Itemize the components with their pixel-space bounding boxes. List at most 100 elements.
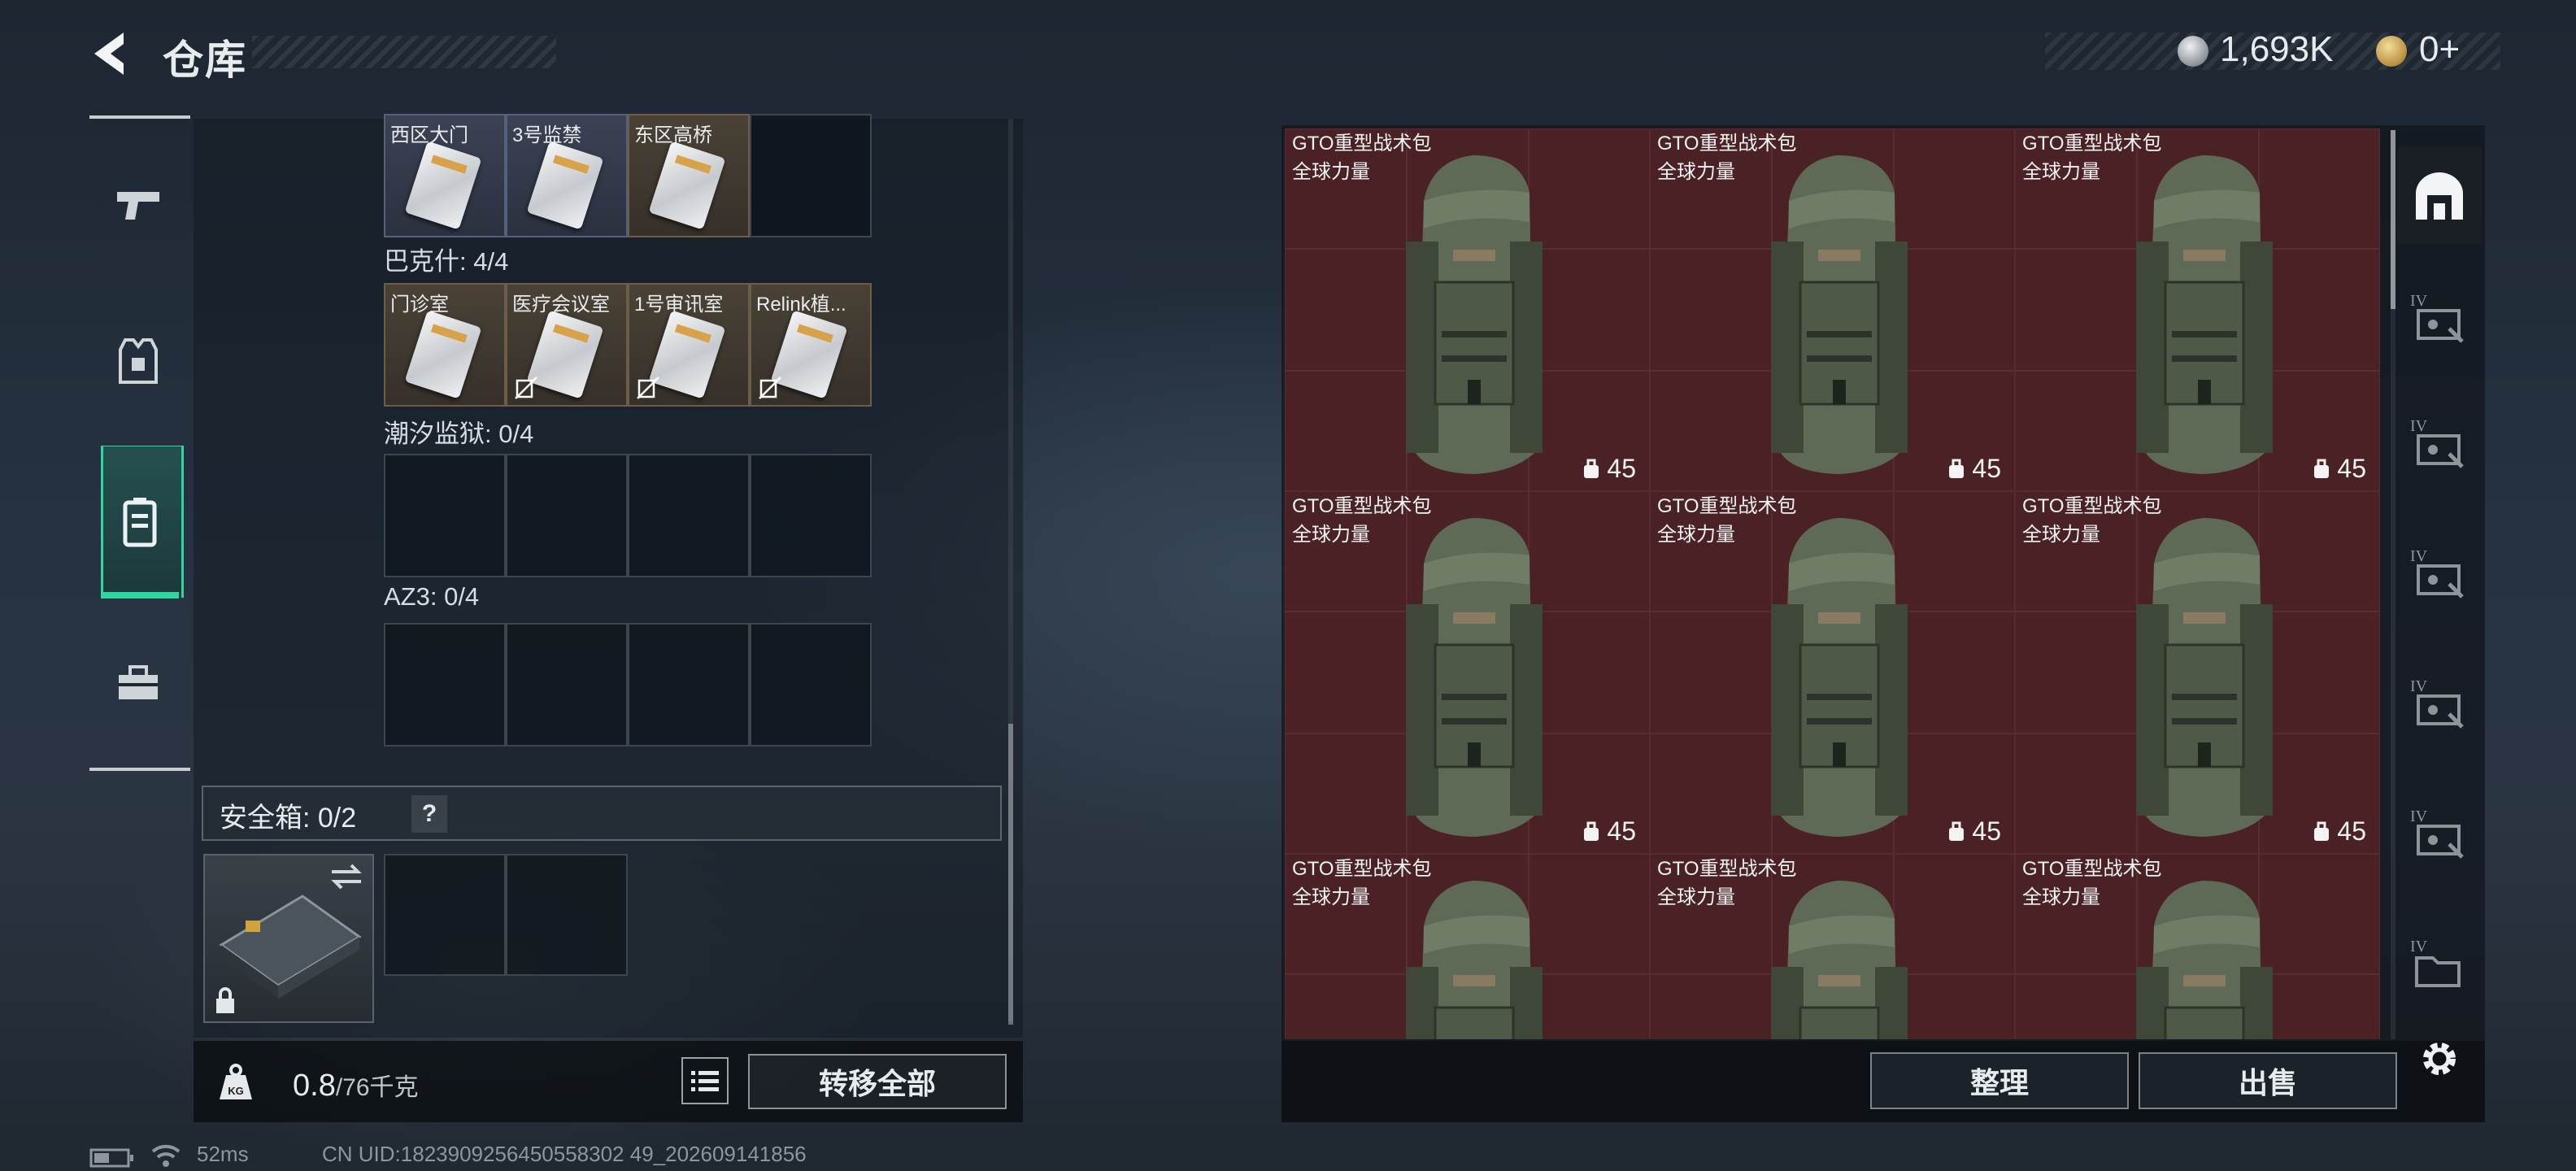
weight-max: /76千克 [335, 1074, 419, 1101]
nav-backpack[interactable] [98, 480, 182, 564]
svg-text:IV: IV [2410, 417, 2428, 435]
key-slot[interactable]: 1号审讯室 [628, 283, 750, 407]
item-brand: 全球力量 [2022, 524, 2100, 546]
storage-item[interactable]: GTO重型战术包 全球力量 [1285, 854, 1650, 1039]
backpack-image [1771, 155, 1908, 474]
silver-amount: 1,693K [2220, 29, 2334, 69]
item-name: GTO重型战术包 [1292, 495, 1432, 517]
item-name: GTO重型战术包 [1292, 858, 1432, 880]
backpack-image [2136, 518, 2273, 837]
key-row-1: 西区大门 3号监禁 东区高桥 [384, 114, 872, 237]
storage-item[interactable]: GTO重型战术包 全球力量 45 [1650, 128, 2015, 491]
title-decoration [252, 36, 556, 68]
item-capacity-value: 45 [2337, 454, 2366, 483]
help-button[interactable]: ? [411, 795, 447, 833]
item-capacity-value: 45 [1607, 816, 1636, 846]
side-tab-iv-5[interactable]: IV [2407, 797, 2472, 870]
storage-item[interactable]: GTO重型战术包 全球力量 [2015, 854, 2380, 1039]
side-tab-iv-6[interactable]: IV [2407, 927, 2472, 1000]
item-capacity: 45 [1581, 816, 1636, 847]
wifi-icon [151, 1144, 181, 1167]
sell-button[interactable]: 出售 [2139, 1052, 2397, 1109]
nav-gear[interactable] [96, 319, 181, 403]
back-button[interactable] [88, 29, 140, 78]
key-slot-empty[interactable] [750, 623, 872, 747]
transfer-all-button[interactable]: 转移全部 [748, 1054, 1007, 1109]
key-slot-empty[interactable] [506, 454, 628, 577]
item-capacity: 45 [1581, 454, 1636, 484]
backpack-image [2136, 881, 2273, 1039]
key-slot[interactable]: 东区高桥 [628, 114, 750, 237]
storage-item[interactable]: GTO重型战术包 全球力量 [1650, 854, 2015, 1039]
silver-coin-icon [2178, 36, 2208, 67]
key-panel-scroll-thumb[interactable] [1008, 724, 1013, 1025]
item-capacity-value: 45 [1972, 454, 2001, 483]
back-arrow-icon [94, 33, 124, 75]
battery-icon [89, 1148, 133, 1168]
key-slot-empty[interactable] [628, 454, 750, 577]
item-capacity-value: 45 [1607, 454, 1636, 483]
storage-item[interactable]: GTO重型战术包 全球力量 45 [2015, 128, 2380, 491]
safebox-slot-empty[interactable] [506, 854, 628, 976]
swap-icon[interactable] [329, 862, 364, 891]
storage-scroll-thumb[interactable] [2391, 130, 2395, 309]
key-slot-empty[interactable] [628, 623, 750, 747]
key-slot[interactable]: 医疗会议室 [506, 283, 628, 407]
section-label: 巴克什: 4/4 [384, 247, 509, 276]
key-slot[interactable]: 西区大门 [384, 114, 506, 237]
storage-item[interactable]: GTO重型战术包 全球力量 45 [1650, 491, 2015, 854]
kg-weight-icon: KG [220, 1064, 252, 1099]
backpack-image [1406, 881, 1543, 1039]
svg-text:KG: KG [228, 1085, 244, 1097]
item-capacity: 45 [1946, 816, 2001, 847]
svg-text:IV: IV [2410, 292, 2428, 310]
organize-button[interactable]: 整理 [1870, 1052, 2129, 1109]
nav-weapon[interactable] [96, 163, 181, 247]
weight-current: 0.8 [293, 1069, 336, 1103]
page-title: 仓库 [163, 37, 247, 83]
key-slot[interactable]: 3号监禁 [506, 114, 628, 237]
key-row-2: 门诊室 医疗会议室 1号审讯室 Relink植... [384, 283, 872, 407]
safebox-slot-empty[interactable] [384, 854, 506, 976]
item-brand: 全球力量 [2022, 161, 2100, 183]
key-slot-empty[interactable] [750, 454, 872, 577]
key-slot-empty[interactable] [384, 623, 506, 747]
side-tab-iv-4[interactable]: IV [2407, 667, 2472, 740]
capacity-icon [1584, 459, 1599, 478]
no-loss-icon [759, 377, 781, 399]
armor-icon [119, 338, 158, 384]
item-capacity: 45 [1946, 454, 2001, 484]
key-row-4 [384, 623, 872, 747]
key-slot-empty[interactable] [750, 114, 872, 237]
nav-frame-top [89, 115, 190, 119]
svg-text:IV: IV [2410, 808, 2428, 825]
side-tab-iv-3[interactable]: IV [2407, 537, 2472, 610]
keycard-tab-icon: IV [2410, 808, 2464, 859]
key-name: 医疗会议室 [512, 294, 610, 316]
key-slot[interactable]: Relink植... [750, 283, 872, 407]
key-slot-empty[interactable] [506, 623, 628, 747]
pistol-icon [117, 192, 159, 220]
keycard-image [526, 141, 604, 230]
settings-button[interactable] [2415, 1034, 2464, 1087]
key-slot-empty[interactable] [384, 454, 506, 577]
item-brand: 全球力量 [1292, 886, 1370, 908]
side-tab-all[interactable] [2407, 159, 2472, 233]
backpack-image [1771, 881, 1908, 1039]
key-slot[interactable]: 门诊室 [384, 283, 506, 407]
backpack-image [1771, 518, 1908, 837]
storage-item[interactable]: GTO重型战术包 全球力量 45 [1285, 128, 1650, 491]
list-view-button[interactable] [681, 1057, 729, 1104]
storage-item[interactable]: GTO重型战术包 全球力量 45 [1285, 491, 1650, 854]
uid-readout: CN UID:1823909256450558302 49_2026091418… [322, 1142, 807, 1166]
item-brand: 全球力量 [1292, 161, 1370, 183]
side-tab-iv-1[interactable]: IV [2407, 281, 2472, 355]
item-name: GTO重型战术包 [1292, 133, 1432, 155]
storage-item[interactable]: GTO重型战术包 全球力量 45 [2015, 491, 2380, 854]
item-brand: 全球力量 [2022, 886, 2100, 908]
no-loss-icon [515, 377, 537, 399]
toolbox-icon [119, 665, 158, 699]
nav-toolbox[interactable] [96, 641, 181, 725]
side-tab-iv-2[interactable]: IV [2407, 407, 2472, 480]
key-name: 门诊室 [390, 294, 449, 316]
